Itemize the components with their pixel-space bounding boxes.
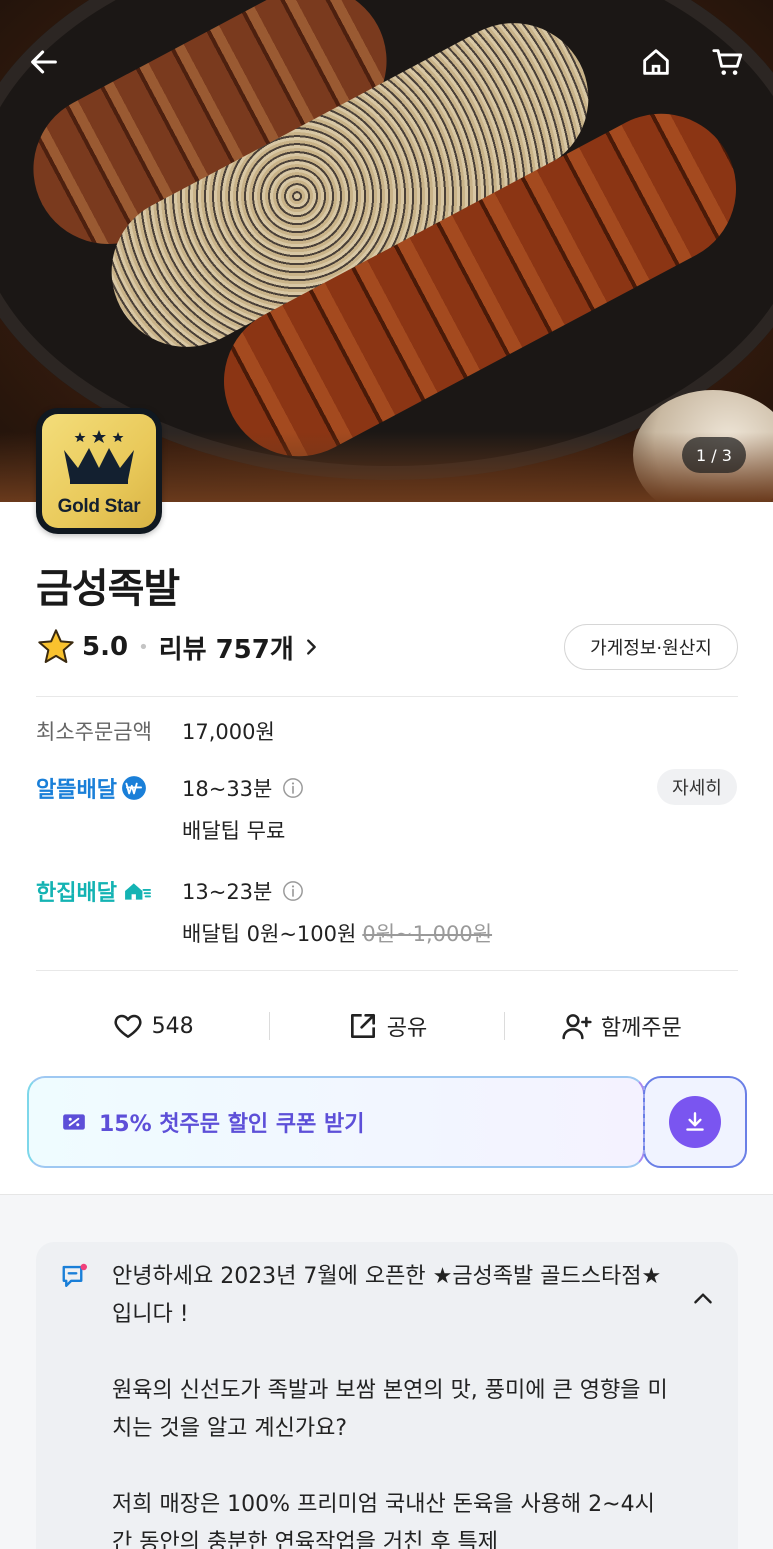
rating-value: 5.0 — [82, 632, 129, 662]
review-link[interactable]: 리뷰 757개 — [159, 629, 322, 666]
group-order-button[interactable]: 함께주문 — [505, 1010, 738, 1042]
hanjip-tip: 배달팁 0원~100원 — [182, 922, 357, 946]
hanjip-time-row: 13~23분 — [182, 876, 304, 906]
coupon-icon — [63, 1114, 85, 1130]
won-coin-icon — [122, 776, 146, 800]
arrow-left-icon — [31, 50, 57, 74]
divider — [36, 970, 738, 971]
alttle-tip: 배달팁 무료 — [182, 819, 286, 843]
coupon-download-button[interactable] — [669, 1096, 721, 1148]
separator-dot: • — [138, 636, 149, 658]
alttle-brand-text: 알뜰배달 — [36, 778, 117, 803]
alttle-time-row: 18~33분 — [182, 773, 304, 803]
hanjip-tip-original: 0원~1,000원 — [362, 922, 493, 946]
group-order-label: 함께주문 — [600, 1016, 682, 1041]
crown-icon — [64, 430, 134, 484]
share-label: 공유 — [386, 1016, 428, 1041]
chevron-right-icon — [306, 639, 316, 655]
coupon-label: 15% 첫주문 할인 쿠폰 받기 — [99, 1112, 365, 1137]
coupon-banner[interactable]: 15% 첫주문 할인 쿠폰 받기 — [27, 1076, 747, 1168]
chevron-up-icon[interactable] — [690, 1286, 716, 1312]
info-icon[interactable] — [282, 880, 304, 902]
store-info-button[interactable]: 가게정보·원산지 — [564, 624, 738, 670]
download-icon — [686, 1112, 704, 1131]
rating-row: 5.0 • 리뷰 757개 — [36, 624, 322, 670]
hanjip-time: 13~23분 — [182, 880, 273, 904]
alttle-time: 18~33분 — [182, 777, 273, 801]
min-order-value: 17,000원 — [182, 720, 275, 744]
coupon-label-row: 15% 첫주문 할인 쿠폰 받기 — [61, 1076, 364, 1168]
store-notice-card[interactable]: 안녕하세요 2023년 7월에 오픈한 ★금성족발 골드스타점★ 입니다 ! 원… — [36, 1242, 738, 1549]
min-order-row: 최소주문금액 17,000원 — [36, 716, 275, 746]
coupon-download-area[interactable] — [643, 1076, 747, 1168]
add-person-icon — [562, 1014, 592, 1040]
home-button[interactable] — [634, 40, 678, 84]
logo-text: Gold Star — [57, 496, 141, 517]
image-counter: 1 / 3 — [682, 437, 746, 473]
heart-icon — [114, 1014, 142, 1038]
detail-button[interactable]: 자세히 — [657, 769, 737, 805]
alttle-delivery-brand: 알뜰배달 — [36, 772, 147, 804]
star-icon — [38, 629, 74, 663]
cart-button[interactable] — [706, 40, 750, 84]
share-button[interactable]: 공유 — [270, 1010, 503, 1042]
share-icon — [350, 1014, 375, 1038]
store-name: 금성족발 — [36, 566, 180, 612]
hanjip-tip-row: 배달팁 0원~100원 0원~1,000원 — [182, 918, 492, 948]
home-icon — [643, 49, 669, 75]
min-order-label: 최소주문금액 — [36, 720, 152, 744]
coupon-perforation — [643, 1086, 645, 1158]
cart-icon — [712, 49, 743, 75]
review-label: 리뷰 757개 — [158, 634, 294, 665]
action-bar: 548 공유 함께주문 — [36, 1000, 738, 1052]
like-button[interactable]: 548 — [36, 1010, 269, 1042]
back-button[interactable] — [22, 40, 66, 84]
hanjip-brand-text: 한집배달 — [36, 881, 117, 906]
fast-house-icon — [125, 883, 151, 900]
notice-text: 안녕하세요 2023년 7월에 오픈한 ★금성족발 골드스타점★ 입니다 ! 원… — [112, 1264, 668, 1549]
divider — [36, 696, 738, 697]
hanjip-delivery-brand: 한집배달 — [36, 875, 153, 907]
store-logo: Gold Star — [36, 408, 162, 534]
notice-chat-icon — [62, 1263, 87, 1287]
info-icon[interactable] — [282, 777, 304, 799]
like-count: 548 — [151, 1013, 194, 1039]
